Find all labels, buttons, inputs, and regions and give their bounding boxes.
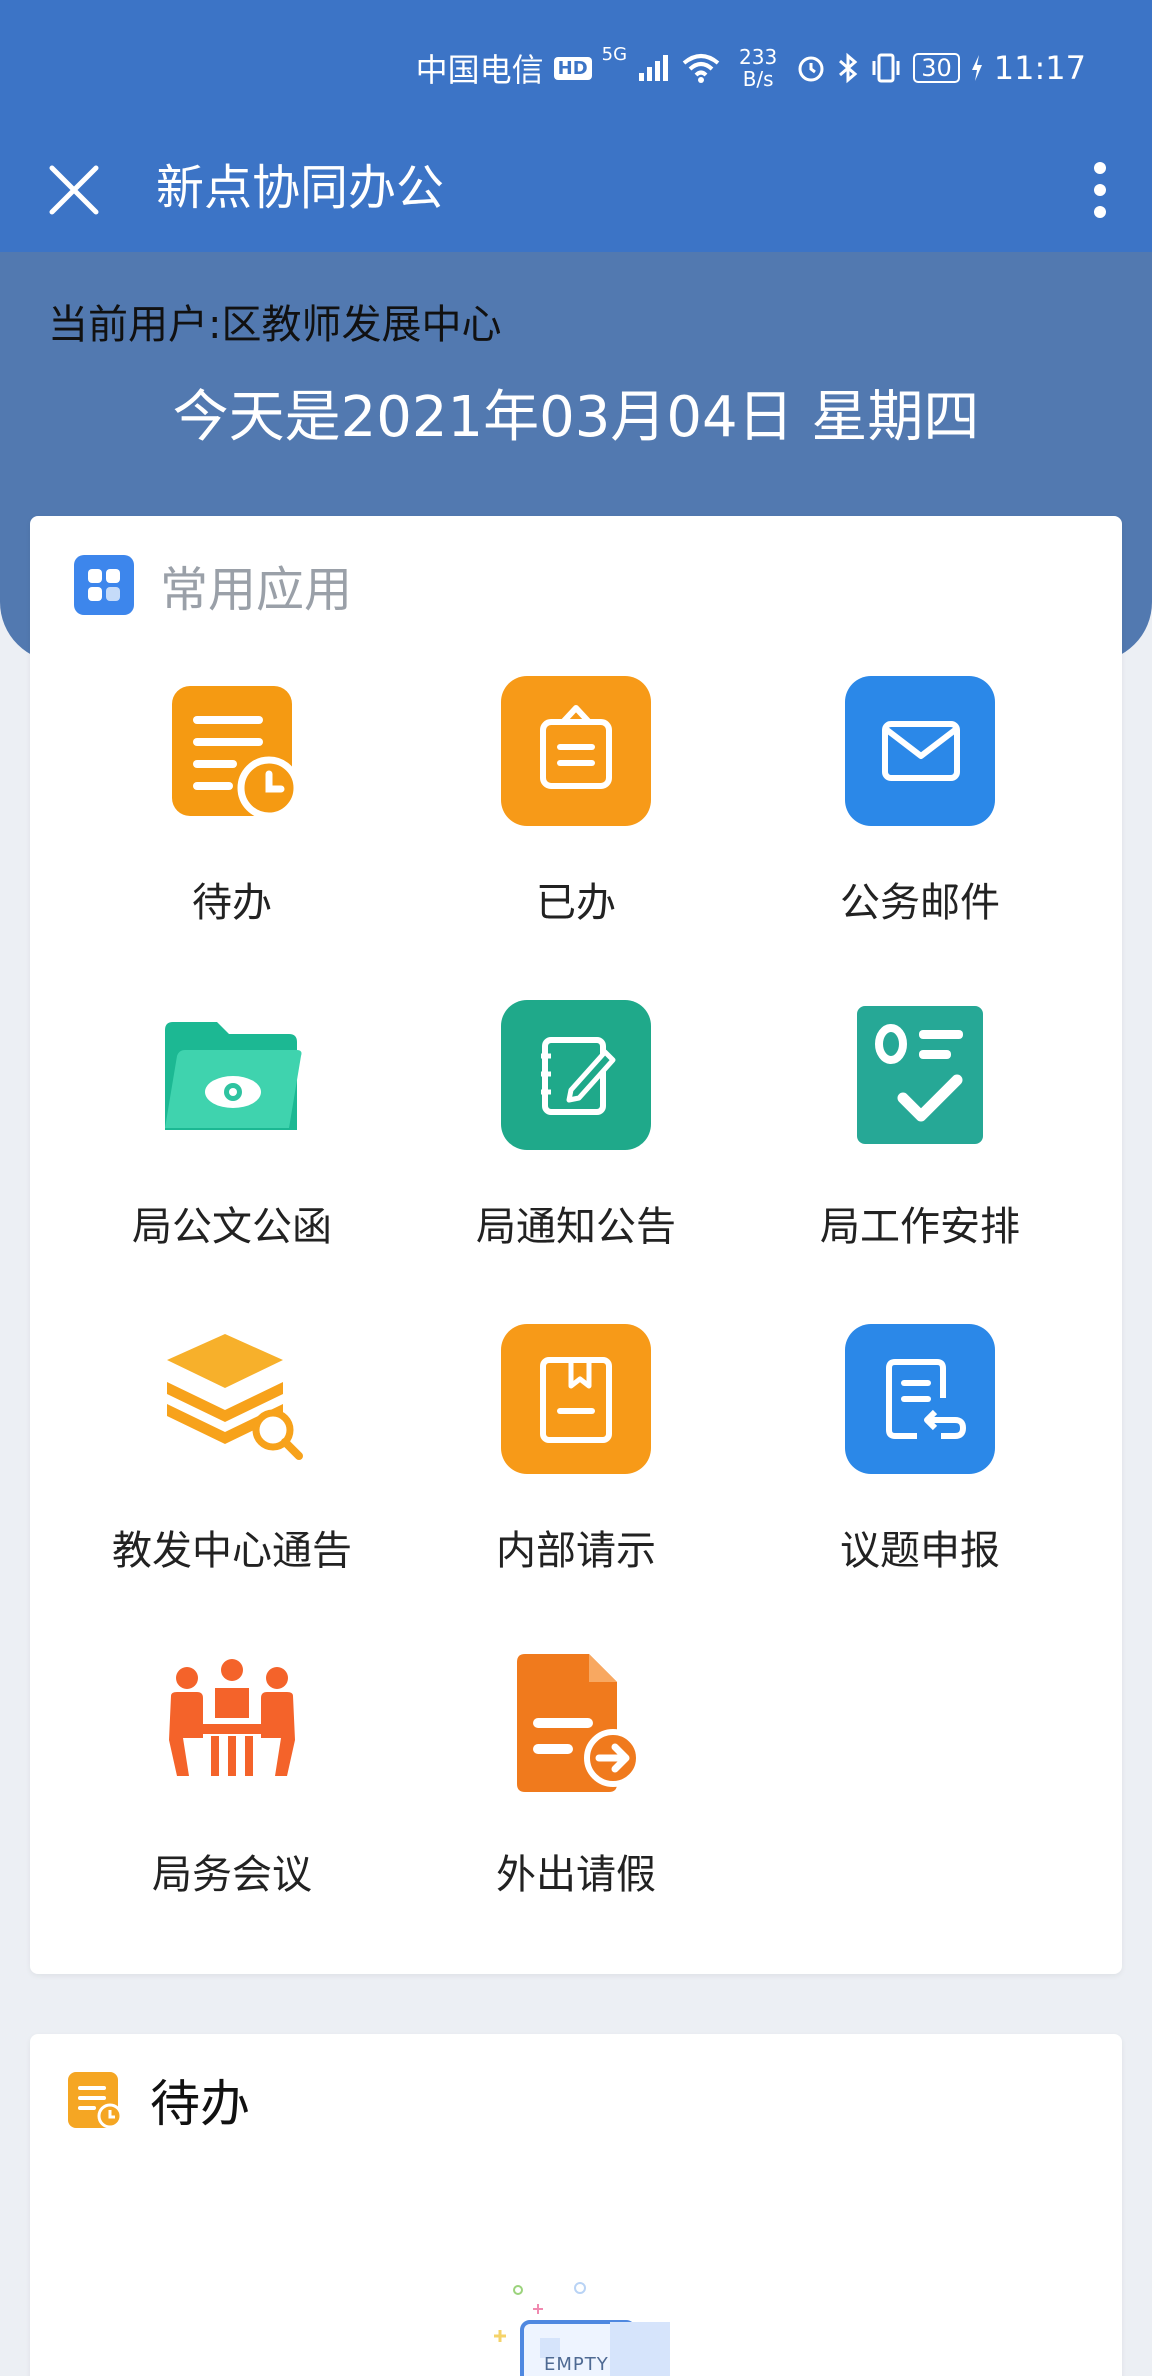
net-speed-unit: B/s — [742, 67, 774, 91]
folder-eye-icon — [165, 1022, 302, 1130]
app-bar: 新点协同办公 — [0, 134, 1152, 252]
mail-icon — [845, 676, 995, 826]
charging-icon — [971, 55, 982, 81]
stack-search-icon — [167, 1334, 303, 1460]
todo-title: 待办 — [150, 2075, 250, 2133]
more-vertical-icon[interactable] — [1074, 154, 1126, 226]
app-label: 外出请假 — [496, 1852, 656, 1898]
wifi-icon — [682, 54, 720, 83]
network-label: 5G — [601, 44, 628, 65]
todo-card: 待办 EMPTY — [30, 2034, 1122, 2376]
doc-arrow-out-icon — [517, 1654, 642, 1792]
app-center-notices[interactable]: 教发中心通告 — [60, 1324, 404, 1648]
app-label: 局工作安排 — [820, 1204, 1020, 1250]
todo-list-clock-icon — [68, 2072, 123, 2129]
app-label: 待办 — [192, 880, 272, 926]
empty-state-label: EMPTY — [544, 2354, 609, 2375]
app-work-schedule[interactable]: 局工作安排 — [748, 1000, 1092, 1324]
app-label: 局务会议 — [152, 1852, 312, 1898]
common-apps-title: 常用应用 — [160, 562, 353, 618]
task-check-icon — [857, 1006, 983, 1144]
app-todo[interactable]: 待办 — [60, 676, 404, 1000]
today-date: 今天是2021年03月04日 星期四 — [172, 385, 980, 450]
app-label: 公务邮件 — [840, 880, 1000, 926]
current-user: 当前用户:区教师发展中心 — [48, 302, 502, 348]
clipboard-done-icon — [501, 676, 651, 826]
app-official-docs[interactable]: 局公文公函 — [60, 1000, 404, 1324]
page-title: 新点协同办公 — [156, 160, 445, 216]
app-leave-request[interactable]: 外出请假 — [404, 1648, 748, 1972]
app-done[interactable]: 已办 — [404, 676, 748, 1000]
app-internal-requests[interactable]: 内部请示 — [404, 1324, 748, 1648]
app-label: 局通知公告 — [476, 1204, 676, 1250]
bluetooth-icon — [839, 52, 858, 84]
vibrate-icon — [872, 53, 900, 83]
todo-list-clock-icon — [172, 686, 301, 820]
app-meetings[interactable]: 局务会议 — [60, 1648, 404, 1972]
net-speed: 233 B/s — [739, 46, 777, 90]
app-label: 已办 — [536, 880, 616, 926]
app-label: 内部请示 — [496, 1528, 656, 1574]
app-grid: 待办 已办 公务邮件 局公文公函 局通知公告 局工作安排 教发中心通告 内部请示… — [30, 676, 1122, 1972]
note-edit-icon — [501, 1000, 651, 1150]
status-indicators: 中国电信 HD 5G 233 B/s 30 11:17 — [416, 40, 1086, 96]
app-label: 议题申报 — [840, 1528, 1000, 1574]
hd-badge: HD — [553, 56, 592, 80]
app-mail[interactable]: 公务邮件 — [748, 676, 1092, 1000]
common-apps-header: 常用应用 — [74, 550, 352, 620]
todo-header: 待办 — [64, 2064, 250, 2136]
apps-grid-icon — [74, 555, 134, 615]
common-apps-card: 常用应用 待办 已办 公务邮件 局公文公函 局通知公告 局工作安排 教发中心通告… — [30, 516, 1122, 1974]
app-notices[interactable]: 局通知公告 — [404, 1000, 748, 1324]
carrier-label: 中国电信 — [415, 51, 544, 89]
clock: 11:17 — [993, 49, 1086, 87]
battery-indicator: 30 — [913, 53, 960, 83]
bookmark-doc-icon — [501, 1324, 651, 1474]
meeting-people-icon — [169, 1659, 295, 1776]
doc-return-icon — [845, 1324, 995, 1474]
app-label: 局公文公函 — [132, 1204, 332, 1250]
signal-icon — [639, 55, 669, 81]
app-topic-submission[interactable]: 议题申报 — [748, 1324, 1092, 1648]
close-icon[interactable] — [44, 160, 104, 220]
status-bar: 中国电信 HD 5G 233 B/s 30 11:17 — [0, 0, 1152, 134]
app-label: 教发中心通告 — [112, 1528, 352, 1574]
net-speed-value: 233 — [739, 45, 778, 69]
alarm-icon — [798, 56, 824, 82]
